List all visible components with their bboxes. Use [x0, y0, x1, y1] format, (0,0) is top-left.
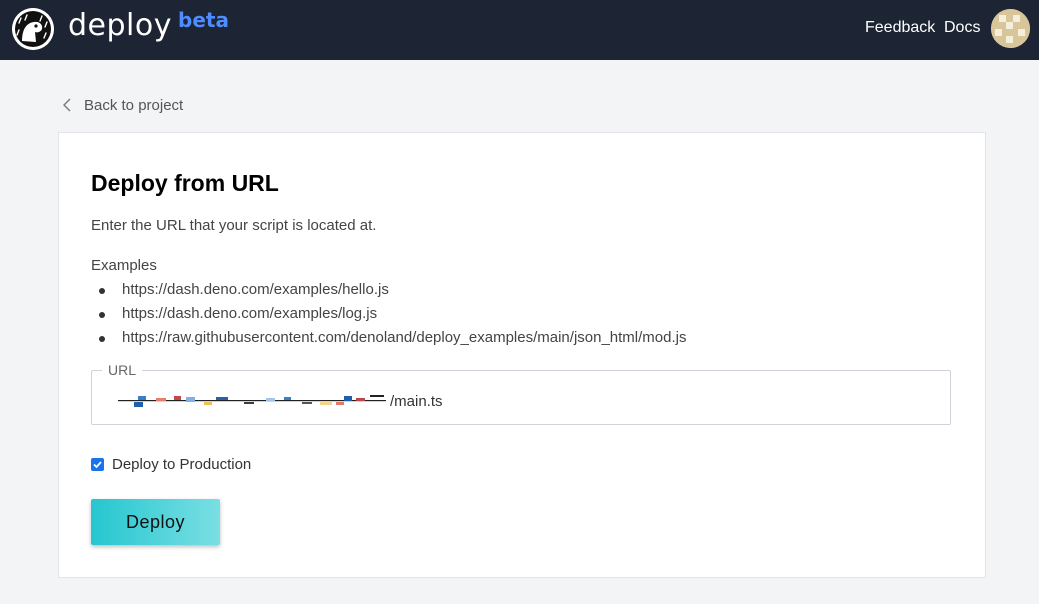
url-input[interactable]: URL /main.ts [91, 362, 951, 425]
check-icon [93, 460, 102, 468]
redacted-url-image [116, 393, 388, 409]
deploy-from-url-card: Deploy from URL Enter the URL that your … [58, 132, 986, 578]
example-url: https://raw.githubusercontent.com/denola… [122, 329, 687, 346]
bullet-icon [99, 312, 105, 318]
page-title: Deploy from URL [91, 170, 279, 196]
deploy-to-production-row[interactable]: Deploy to Production [91, 453, 251, 475]
deploy-button[interactable]: Deploy [91, 499, 220, 545]
example-url-item: https://raw.githubusercontent.com/denola… [91, 326, 687, 350]
nav-feedback-link[interactable]: Feedback [865, 19, 935, 37]
url-field-label: URL [102, 362, 143, 378]
url-suffix-text: /main.ts [390, 392, 443, 410]
deploy-to-production-label: Deploy to Production [112, 455, 252, 473]
example-url-item: https://dash.deno.com/examples/log.js [91, 302, 687, 326]
examples-heading: Examples [91, 257, 157, 274]
bullet-icon [99, 288, 105, 294]
example-url: https://dash.deno.com/examples/hello.js [122, 281, 389, 298]
top-navbar: deploy beta Feedback Docs [0, 0, 1039, 60]
beta-badge: beta [178, 8, 229, 32]
bullet-icon [99, 336, 105, 342]
nav-docs-link[interactable]: Docs [944, 19, 980, 37]
examples-list: https://dash.deno.com/examples/hello.js … [91, 278, 687, 350]
chevron-left-icon [62, 98, 72, 112]
example-url-item: https://dash.deno.com/examples/hello.js [91, 278, 687, 302]
intro-text: Enter the URL that your script is locate… [91, 217, 377, 234]
user-avatar[interactable] [991, 9, 1030, 48]
url-input-value[interactable]: /main.ts [116, 391, 443, 411]
deno-logo-icon[interactable] [12, 8, 54, 50]
logo-text[interactable]: deploy [68, 8, 172, 43]
example-url: https://dash.deno.com/examples/log.js [122, 305, 378, 322]
deploy-to-production-checkbox[interactable] [91, 457, 104, 471]
back-link-label: Back to project [84, 96, 184, 114]
back-to-project-link[interactable]: Back to project [62, 94, 183, 116]
